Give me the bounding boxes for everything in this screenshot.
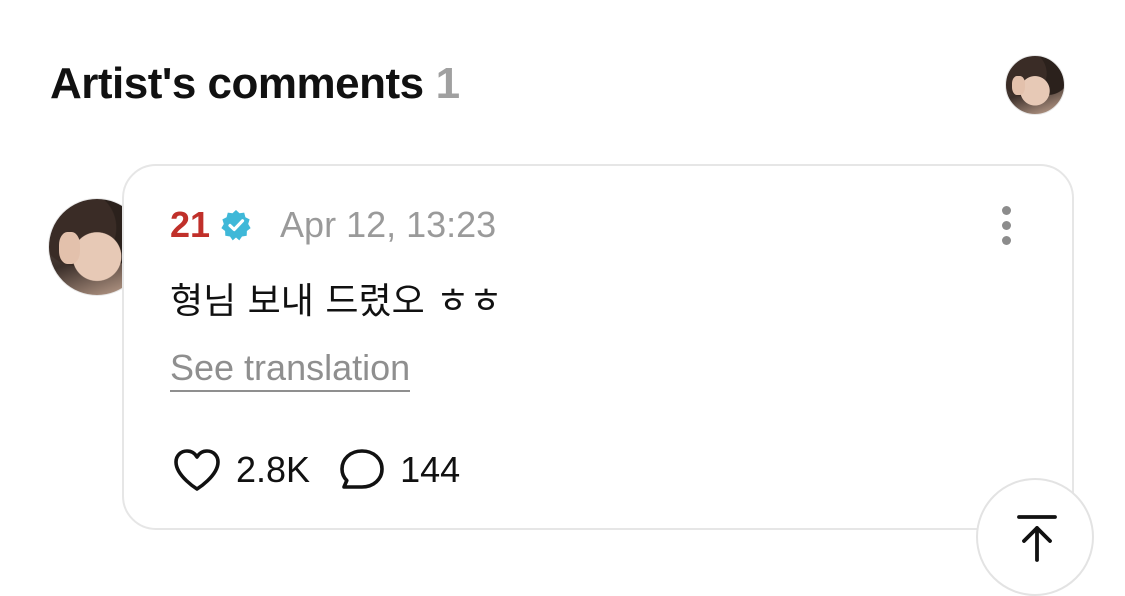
comment-count: 1 bbox=[435, 59, 460, 108]
see-translation-link[interactable]: See translation bbox=[170, 346, 411, 392]
scroll-to-top-button[interactable] bbox=[976, 478, 1094, 596]
reply-count: 144 bbox=[400, 449, 461, 490]
comment-timestamp: Apr 12, 13:23 bbox=[280, 204, 497, 245]
reply-button[interactable]: 144 bbox=[338, 447, 460, 493]
verified-badge-icon bbox=[220, 209, 252, 241]
comment-actions: 2.8K 144 bbox=[172, 446, 460, 494]
section-title-text: Artist's comments bbox=[50, 59, 424, 108]
comment-text: 형님 보내 드렸오 ㅎㅎ bbox=[170, 281, 503, 322]
comment-card: 21 Apr 12, 13:23 형님 보내 드렸오 ㅎㅎ See transl… bbox=[122, 164, 1074, 530]
artist-avatar[interactable] bbox=[1005, 55, 1065, 115]
comment-header: 21 Apr 12, 13:23 bbox=[170, 204, 496, 246]
section-title: Artist's comments 1 bbox=[50, 58, 460, 110]
like-count: 2.8K bbox=[236, 449, 311, 490]
like-button[interactable]: 2.8K bbox=[172, 447, 310, 493]
author-name[interactable]: 21 bbox=[170, 204, 210, 246]
more-vertical-icon[interactable] bbox=[1000, 206, 1012, 246]
heart-icon bbox=[172, 447, 222, 493]
speech-bubble-icon bbox=[338, 447, 386, 493]
